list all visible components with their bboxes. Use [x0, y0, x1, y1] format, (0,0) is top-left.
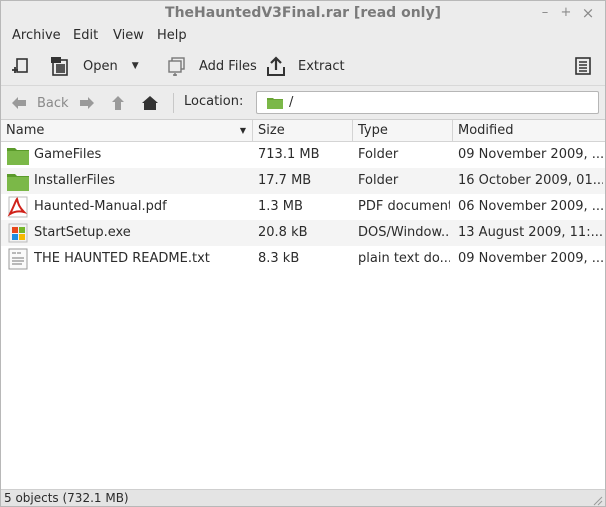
- window-title: TheHauntedV3Final.rar [read only]: [165, 5, 441, 21]
- file-type: Folder: [358, 147, 399, 162]
- add-files-label: Add Files: [199, 58, 257, 74]
- file-size: 713.1 MB: [258, 147, 320, 162]
- status-text: 5 objects (732.1 MB): [4, 491, 129, 505]
- add-files-icon: [168, 57, 185, 76]
- file-modified: 09 November 2009, ...: [458, 251, 603, 266]
- table-row[interactable]: GameFiles 713.1 MB Folder 09 November 20…: [1, 142, 605, 168]
- column-header-modified[interactable]: Modified: [453, 120, 605, 142]
- file-modified: 06 November 2009, ...: [458, 199, 603, 214]
- file-modified: 13 August 2009, 11:...: [458, 225, 603, 240]
- file-name: StartSetup.exe: [34, 225, 131, 240]
- folder-icon: [7, 174, 29, 191]
- nav-separator: [173, 93, 174, 113]
- back-button[interactable]: Back: [11, 93, 69, 113]
- file-name: THE HAUNTED README.txt: [34, 251, 210, 266]
- location-bar: Back Location: /: [1, 89, 605, 117]
- table-row[interactable]: Haunted-Manual.pdf 1.3 MB PDF document 0…: [1, 194, 605, 220]
- back-label: Back: [37, 95, 69, 111]
- column-header-type[interactable]: Type: [353, 120, 453, 142]
- column-header-name[interactable]: Name ▼: [1, 120, 253, 142]
- table-row[interactable]: THE HAUNTED README.txt 8.3 kB plain text…: [1, 246, 605, 272]
- status-bar: 5 objects (732.1 MB): [1, 489, 605, 506]
- up-button[interactable]: [111, 93, 125, 113]
- column-size-label: Size: [258, 123, 285, 138]
- file-size: 17.7 MB: [258, 173, 312, 188]
- archive-manager-window: TheHauntedV3Final.rar [read only] – + × …: [0, 0, 606, 507]
- home-button[interactable]: [141, 93, 159, 113]
- new-archive-button[interactable]: [11, 53, 31, 79]
- file-name: GameFiles: [34, 147, 102, 162]
- new-archive-icon: [12, 58, 28, 73]
- file-name: Haunted-Manual.pdf: [34, 199, 167, 214]
- menu-help[interactable]: Help: [157, 28, 187, 43]
- file-type: Folder: [358, 173, 399, 188]
- properties-button[interactable]: [574, 53, 592, 79]
- table-row[interactable]: InstallerFiles 17.7 MB Folder 16 October…: [1, 168, 605, 194]
- text-file-icon: [8, 248, 28, 270]
- location-path: /: [289, 95, 294, 110]
- extract-icon: [267, 56, 285, 76]
- toolbar: Open ▼ Add Files Extract: [1, 49, 605, 83]
- location-input[interactable]: /: [256, 91, 599, 114]
- pdf-icon: [7, 196, 28, 218]
- file-size: 8.3 kB: [258, 251, 300, 266]
- extract-button[interactable]: Extract: [265, 53, 345, 79]
- extract-label: Extract: [298, 58, 345, 74]
- open-dropdown-arrow-icon[interactable]: ▼: [132, 61, 139, 71]
- windows-exe-icon: [8, 223, 28, 243]
- add-files-button[interactable]: Add Files: [167, 53, 257, 79]
- column-header-row: Name ▼ Size Type Modified: [1, 120, 605, 142]
- forward-arrow-icon: [80, 97, 94, 109]
- forward-button[interactable]: [79, 93, 95, 113]
- file-modified: 09 November 2009, ...: [458, 147, 603, 162]
- menu-archive[interactable]: Archive: [12, 28, 61, 43]
- table-row[interactable]: StartSetup.exe 20.8 kB DOS/Window... 13 …: [1, 220, 605, 246]
- sort-arrow-icon: ▼: [239, 126, 246, 135]
- location-label: Location:: [184, 94, 244, 109]
- close-button[interactable]: ×: [580, 5, 596, 21]
- column-header-size[interactable]: Size: [253, 120, 353, 142]
- menu-view[interactable]: View: [113, 28, 144, 43]
- file-modified: 16 October 2009, 01...: [458, 173, 603, 188]
- properties-icon: [575, 57, 591, 75]
- maximize-button[interactable]: +: [558, 5, 574, 21]
- open-archive-icon: [51, 57, 68, 76]
- back-arrow-icon: [12, 97, 26, 109]
- column-modified-label: Modified: [458, 123, 514, 138]
- menu-bar: Archive Edit View Help: [1, 25, 605, 47]
- file-type: PDF document: [358, 199, 450, 214]
- file-size: 1.3 MB: [258, 199, 303, 214]
- resize-grip-icon[interactable]: [593, 496, 603, 506]
- column-type-label: Type: [358, 123, 388, 138]
- menu-edit[interactable]: Edit: [73, 28, 98, 43]
- folder-icon: [267, 98, 283, 109]
- column-name-label: Name: [6, 123, 45, 138]
- file-name: InstallerFiles: [34, 173, 116, 188]
- folder-icon: [7, 148, 29, 165]
- up-arrow-icon: [112, 96, 124, 110]
- file-list: Name ▼ Size Type Modified GameFiles 713.…: [1, 119, 605, 489]
- open-label: Open: [83, 58, 118, 74]
- minimize-button[interactable]: –: [537, 5, 553, 21]
- file-size: 20.8 kB: [258, 225, 308, 240]
- open-button[interactable]: Open ▼: [49, 53, 139, 79]
- file-type: DOS/Window...: [358, 225, 450, 240]
- home-icon: [142, 96, 158, 110]
- file-type: plain text do...: [358, 251, 450, 266]
- toolbar-separator: [1, 85, 605, 86]
- title-bar: TheHauntedV3Final.rar [read only] – + ×: [1, 1, 605, 25]
